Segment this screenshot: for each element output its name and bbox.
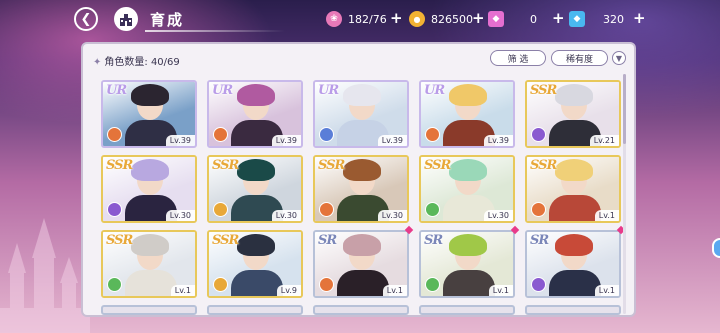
character-card[interactable]: SR Lv.1	[313, 230, 409, 298]
rarity-badge: SSR	[106, 158, 133, 173]
rarity-badge: SR	[318, 233, 337, 248]
character-card[interactable]: UR Lv.39	[313, 80, 409, 148]
rarity-badge: UR	[318, 83, 339, 98]
character-card[interactable]: UR Lv.39	[419, 80, 515, 148]
level-label: Lv.30	[483, 210, 513, 221]
blue-gem-value: 320	[603, 12, 624, 26]
element-icon	[531, 277, 546, 292]
resource-blue-gem: ◆ 320	[569, 10, 624, 28]
sparkle-icon: ✦	[93, 57, 102, 68]
element-icon	[107, 277, 122, 292]
page-title: 育成	[150, 11, 185, 29]
back-button[interactable]: ❮	[74, 7, 98, 31]
pink-gem-icon: ◆	[488, 11, 504, 27]
character-card-partial[interactable]	[101, 305, 197, 315]
character-card[interactable]: SSR Lv.9	[207, 230, 303, 298]
level-label: Lv.39	[377, 135, 407, 146]
level-label: Lv.30	[165, 210, 195, 221]
character-card-partial[interactable]	[419, 305, 515, 315]
element-icon	[425, 202, 440, 217]
element-icon	[107, 127, 122, 142]
character-count-text: 角色数量: 40/69	[104, 57, 180, 68]
element-icon	[319, 127, 334, 142]
resource-candy: ❀ 182/76	[326, 10, 387, 28]
rarity-badge: SSR	[106, 233, 133, 248]
level-label: Lv.1	[594, 285, 619, 296]
element-icon	[213, 202, 228, 217]
rarity-badge: SR	[530, 233, 549, 248]
coin-icon: ●	[409, 11, 425, 27]
level-label: Lv.1	[594, 210, 619, 221]
element-icon	[107, 202, 122, 217]
element-icon	[425, 277, 440, 292]
rarity-badge: SSR	[212, 233, 239, 248]
sort-rarity-button[interactable]: 稀有度	[551, 50, 608, 66]
rarity-badge: SSR	[212, 158, 239, 173]
character-card[interactable]: SSR Lv.1	[101, 230, 197, 298]
element-icon	[531, 202, 546, 217]
filter-button[interactable]: 筛 选	[490, 50, 546, 66]
side-menu-handle[interactable]	[712, 238, 720, 258]
home-button[interactable]	[114, 7, 138, 31]
candy-icon: ❀	[326, 11, 342, 27]
element-icon	[213, 277, 228, 292]
element-icon	[319, 202, 334, 217]
character-card[interactable]: UR Lv.39	[207, 80, 303, 148]
rarity-badge: SR	[424, 233, 443, 248]
character-card[interactable]: SSR Lv.30	[207, 155, 303, 223]
element-icon	[213, 127, 228, 142]
character-card[interactable]: SR Lv.1	[419, 230, 515, 298]
level-label: Lv.21	[589, 135, 619, 146]
chevron-down-icon: ▼	[615, 53, 623, 63]
sort-dropdown-button[interactable]: ▼	[612, 51, 626, 65]
level-label: Lv.1	[488, 285, 513, 296]
scrollbar-thumb[interactable]	[623, 74, 626, 144]
rarity-badge: SSR	[530, 158, 557, 173]
back-arrow-icon: ❮	[80, 11, 92, 27]
rarity-badge: UR	[106, 83, 127, 98]
level-label: Lv.1	[382, 285, 407, 296]
resource-pink-gem: ◆ 0	[488, 10, 537, 28]
rarity-badge: UR	[212, 83, 233, 98]
character-card[interactable]: SSR Lv.30	[313, 155, 409, 223]
pink-gem-value: 0	[530, 12, 537, 26]
character-count: ✦ 角色数量: 40/69	[93, 53, 180, 68]
rarity-badge: SSR	[318, 158, 345, 173]
level-label: Lv.39	[165, 135, 195, 146]
element-icon	[531, 127, 546, 142]
character-card[interactable]: SR Lv.1	[525, 230, 621, 298]
character-card-partial[interactable]	[313, 305, 409, 315]
level-label: Lv.30	[271, 210, 301, 221]
character-card[interactable]: SSR Lv.21	[525, 80, 621, 148]
candy-value: 182/76	[348, 12, 387, 26]
castle-silhouette	[0, 218, 90, 333]
rarity-badge: SSR	[530, 83, 557, 98]
level-label: Lv.1	[170, 285, 195, 296]
element-icon	[319, 277, 334, 292]
add-candy-button[interactable]: +	[390, 9, 403, 27]
character-card[interactable]: SSR Lv.1	[525, 155, 621, 223]
add-pink-gem-button[interactable]: +	[552, 9, 565, 27]
level-label: Lv.39	[483, 135, 513, 146]
resource-coin: ● 826500	[409, 10, 473, 28]
character-card[interactable]: UR Lv.39	[101, 80, 197, 148]
character-panel: ✦ 角色数量: 40/69 筛 选 稀有度 ▼ UR Lv.39 UR Lv.39 UR L…	[81, 42, 636, 317]
character-card-partial[interactable]	[207, 305, 303, 315]
top-bar: ❮ 育成 ❀ 182/76 + ● 826500 + ◆ 0 + ◆ 320 +	[0, 0, 720, 38]
rarity-badge: SSR	[424, 158, 451, 173]
character-card[interactable]: SSR Lv.30	[419, 155, 515, 223]
level-label: Lv.39	[271, 135, 301, 146]
rarity-badge: UR	[424, 83, 445, 98]
coin-value: 826500	[431, 12, 473, 26]
character-card-partial[interactable]	[525, 305, 621, 315]
title-underline	[145, 30, 285, 32]
castle-home-icon	[120, 14, 132, 26]
level-label: Lv.9	[276, 285, 301, 296]
add-coin-button[interactable]: +	[472, 9, 485, 27]
character-card[interactable]: SSR Lv.30	[101, 155, 197, 223]
add-blue-gem-button[interactable]: +	[633, 9, 646, 27]
blue-gem-icon: ◆	[569, 11, 585, 27]
element-icon	[425, 127, 440, 142]
level-label: Lv.30	[377, 210, 407, 221]
